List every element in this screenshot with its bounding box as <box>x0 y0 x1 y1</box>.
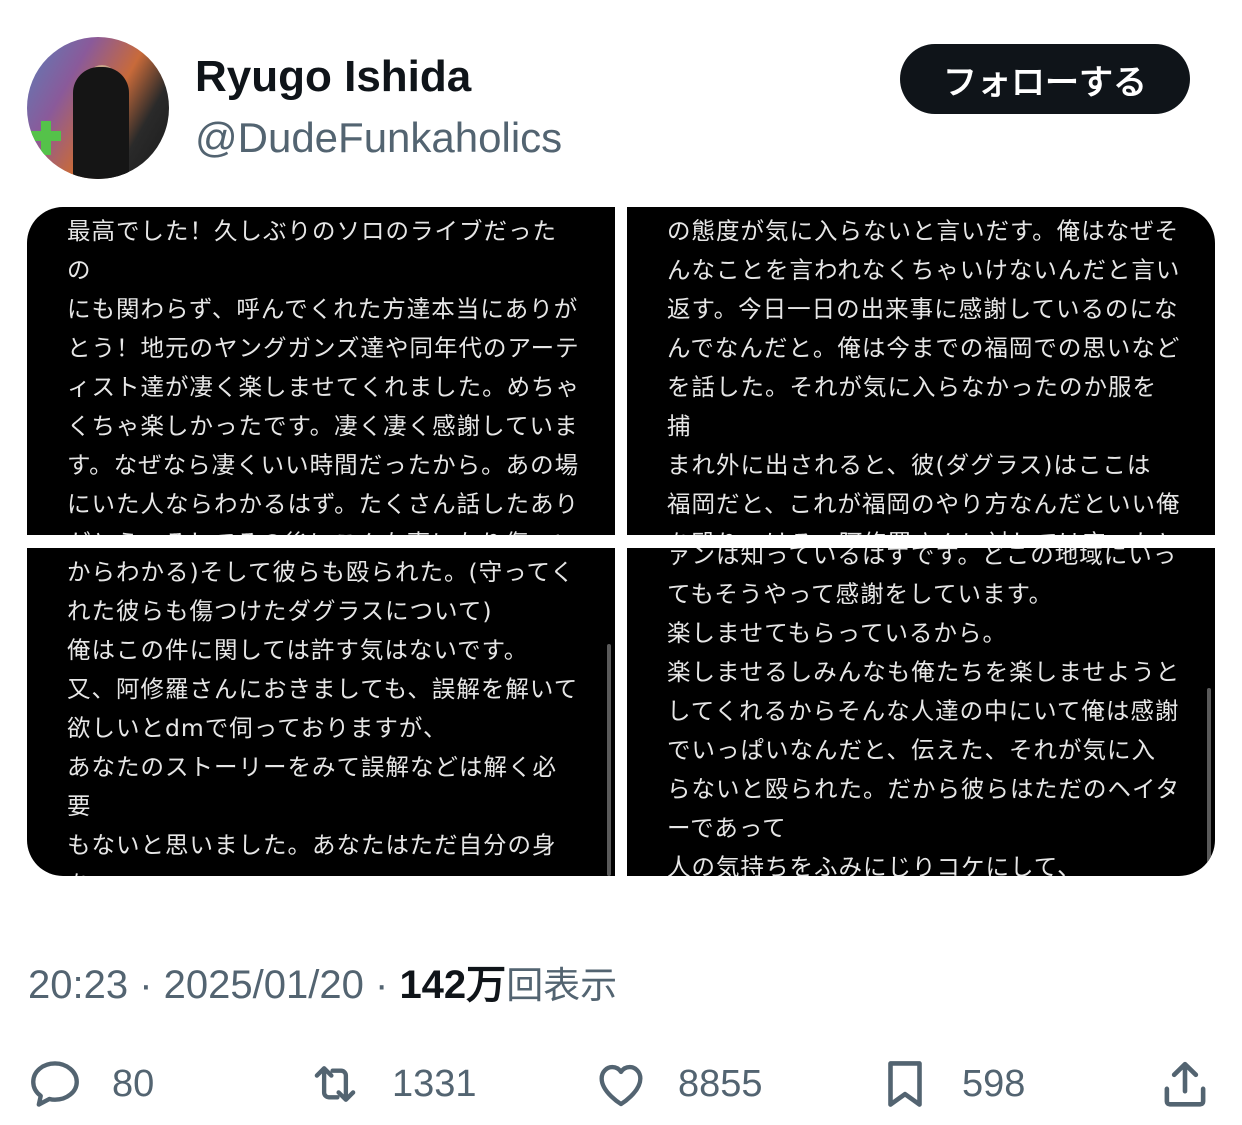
heart-icon <box>599 1064 643 1107</box>
repost-icon <box>314 1066 356 1102</box>
meta-separator: · <box>375 963 400 1007</box>
reply-button[interactable]: 80 <box>26 1052 154 1116</box>
user-handle[interactable]: @DudeFunkaholics <box>195 114 562 162</box>
avatar[interactable] <box>27 37 169 179</box>
image-text: ァンは知っているはずです。どこの地域にいっ てもそうやって感謝をしています。 楽… <box>667 548 1181 876</box>
post-time[interactable]: 20:23 <box>28 963 128 1007</box>
post-date[interactable]: 2025/01/20 <box>164 963 364 1007</box>
repost-count: 1331 <box>392 1062 477 1105</box>
avatar-cross-horizontal <box>31 131 61 141</box>
share-icon <box>1164 1061 1206 1107</box>
tweet-image-4[interactable]: ァンは知っているはずです。どこの地域にいっ てもそうやって感謝をしています。 楽… <box>627 548 1215 876</box>
views-label: 回表示 <box>506 964 618 1007</box>
image-grid: 最高でした！久しぶりのソロのライブだったの にも関わらず、呼んでくれた方達本当に… <box>27 207 1215 876</box>
share-button[interactable] <box>1156 1052 1214 1116</box>
bookmark-icon <box>888 1061 922 1107</box>
tweet-image-1[interactable]: 最高でした！久しぶりのソロのライブだったの にも関わらず、呼んでくれた方達本当に… <box>27 207 615 535</box>
tweet-image-3[interactable]: からわかる)そして彼らも殴られた。(守ってく れた彼らも傷つけたダグラスについて… <box>27 548 615 876</box>
display-name[interactable]: Ryugo Ishida <box>195 52 471 102</box>
image-text: の態度が気に入らないと言いだす。俺はなぜそ んなことを言われなくちゃいけないんだ… <box>667 217 1181 535</box>
image-scrollbar <box>1207 688 1211 876</box>
like-button[interactable]: 8855 <box>592 1052 763 1116</box>
avatar-person <box>73 67 129 179</box>
image-scrollbar <box>607 644 611 876</box>
tweet-meta: 20:23 · 2025/01/20 · 142万回表示 <box>28 952 617 1010</box>
reply-icon <box>31 1061 79 1107</box>
repost-button[interactable]: 1331 <box>306 1052 477 1116</box>
follow-button[interactable]: フォローする <box>900 44 1190 114</box>
image-text: 最高でした！久しぶりのソロのライブだったの にも関わらず、呼んでくれた方達本当に… <box>67 217 581 535</box>
like-count: 8855 <box>678 1062 763 1105</box>
bookmark-button[interactable]: 598 <box>876 1052 1025 1116</box>
tweet-image-2[interactable]: の態度が気に入らないと言いだす。俺はなぜそ んなことを言われなくちゃいけないんだ… <box>627 207 1215 535</box>
image-text: からわかる)そして彼らも殴られた。(守ってく れた彼らも傷つけたダグラスについて… <box>67 558 579 876</box>
views-count: 142万 <box>399 963 507 1007</box>
meta-separator: · <box>139 963 164 1007</box>
reply-count: 80 <box>112 1062 155 1105</box>
bookmark-count: 598 <box>962 1062 1026 1105</box>
